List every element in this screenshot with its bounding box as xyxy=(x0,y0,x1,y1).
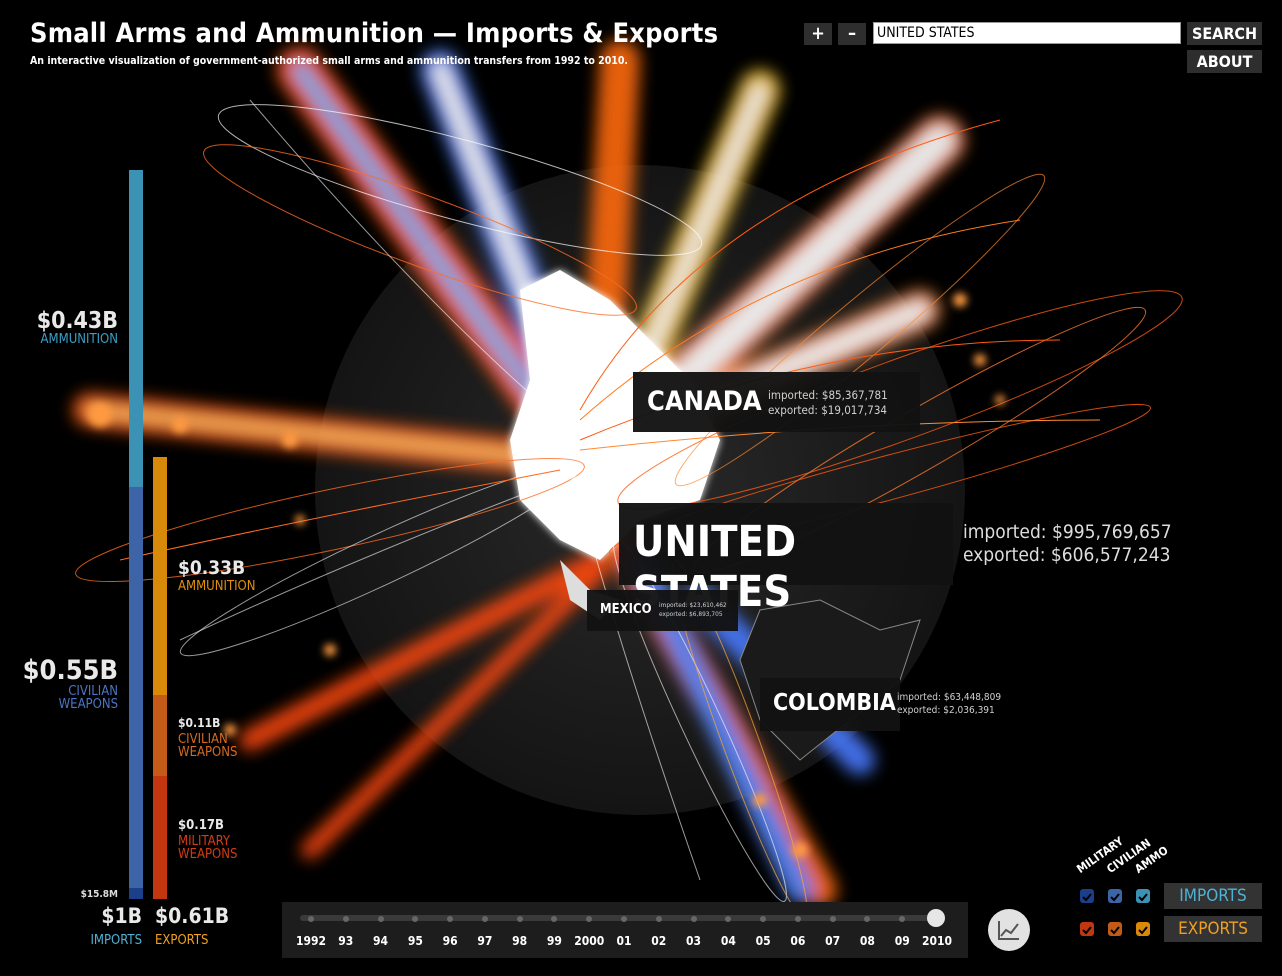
timeline-year-2010[interactable]: 2010 xyxy=(917,934,957,948)
timeline-tick[interactable] xyxy=(447,916,454,922)
country-imported: imported: $23,610,462 xyxy=(659,601,727,609)
imports-civilian-checkbox[interactable] xyxy=(1108,889,1122,903)
line-chart-button[interactable] xyxy=(988,909,1030,951)
timeline-track[interactable] xyxy=(300,915,940,921)
country-label-united-states[interactable]: UNITED STATES xyxy=(619,503,953,617)
timeline-tick[interactable] xyxy=(899,916,906,922)
exports-ammo-checkbox[interactable] xyxy=(1136,922,1150,936)
exports-total-value: $0.61B xyxy=(155,904,230,928)
imports-total-label: IMPORTS xyxy=(90,933,142,948)
exports-total-label: EXPORTS xyxy=(155,933,209,948)
about-button[interactable]: ABOUT xyxy=(1187,50,1262,73)
united-states-imported: imported: $995,769,657 xyxy=(963,521,1172,543)
timeline-tick[interactable] xyxy=(377,916,384,922)
imports-toggle-button[interactable]: IMPORTS xyxy=(1164,883,1262,909)
exports-ammunition-value: $0.33B xyxy=(178,557,246,579)
timeline-tick[interactable] xyxy=(586,916,593,922)
exports-ammunition-bar[interactable] xyxy=(153,457,167,695)
exports-toggle-button[interactable]: EXPORTS xyxy=(1164,916,1262,942)
imports-total-value: $1B xyxy=(101,904,142,928)
timeline-tick[interactable] xyxy=(516,916,523,922)
timeline-slider[interactable]: 1992 93 94 95 96 97 98 99 2000 01 02 03 04 05 06 07 08 09… xyxy=(282,902,968,958)
timeline-tick[interactable] xyxy=(551,916,558,922)
exports-military-bar[interactable] xyxy=(153,776,167,899)
country-imported: imported: $85,367,781 xyxy=(768,388,888,402)
imports-civilian-label-2: WEAPONS xyxy=(58,697,118,712)
colombia-imported: imported: $63,448,809 xyxy=(897,692,1002,703)
page-subtitle: An interactive visualization of governme… xyxy=(30,55,629,67)
united-states-exported: exported: $606,577,243 xyxy=(963,544,1171,566)
exports-civilian-bar[interactable] xyxy=(153,695,167,776)
exports-military-checkbox[interactable] xyxy=(1080,922,1094,936)
search-button[interactable]: SEARCH xyxy=(1187,22,1262,45)
exports-military-label-2: WEAPONS xyxy=(178,847,238,862)
timeline-tick[interactable] xyxy=(342,916,349,922)
timeline-handle[interactable] xyxy=(927,909,945,927)
imports-ammo-checkbox[interactable] xyxy=(1136,889,1150,903)
search-input[interactable] xyxy=(873,22,1181,44)
exports-ammunition-label: AMMUNITION xyxy=(178,579,256,594)
timeline-tick[interactable] xyxy=(725,916,732,922)
imports-civilian-value: $0.55B xyxy=(22,655,118,686)
timeline-tick[interactable] xyxy=(412,916,419,922)
timeline-tick[interactable] xyxy=(308,916,314,922)
country-label-canada[interactable]: CANADA imported: $85,367,781 exported: $… xyxy=(633,372,920,432)
imports-military-bar[interactable] xyxy=(129,888,143,899)
timeline-tick[interactable] xyxy=(690,916,697,922)
imports-ammunition-bar[interactable] xyxy=(129,170,143,487)
imports-ammunition-label: AMMUNITION xyxy=(40,332,118,347)
exports-civilian-value: $0.11B xyxy=(178,716,221,730)
page-title: Small Arms and Ammunition — Imports & Ex… xyxy=(30,18,719,49)
zoom-out-button[interactable]: – xyxy=(838,23,866,45)
timeline-tick[interactable] xyxy=(655,916,662,922)
country-name: CANADA xyxy=(647,386,762,417)
exports-civilian-label-2: WEAPONS xyxy=(178,745,238,760)
timeline-tick[interactable] xyxy=(829,916,836,922)
country-label-mexico[interactable]: MEXICO imported: $23,610,462 exported: $… xyxy=(587,590,738,631)
country-name: COLOMBIA xyxy=(773,690,896,716)
imports-civilian-bar[interactable] xyxy=(129,487,143,888)
exports-military-value: $0.17B xyxy=(178,818,224,833)
line-chart-icon xyxy=(998,921,1019,940)
timeline-tick[interactable] xyxy=(621,916,627,922)
timeline-tick[interactable] xyxy=(794,916,801,922)
imports-military-value: $15.8M xyxy=(80,889,118,900)
timeline-tick[interactable] xyxy=(864,916,871,922)
exports-civilian-checkbox[interactable] xyxy=(1108,922,1122,936)
zoom-in-button[interactable]: + xyxy=(804,23,832,45)
country-exported: exported: $6,893,705 xyxy=(659,610,723,618)
imports-ammunition-value: $0.43B xyxy=(36,308,118,334)
colombia-exported: exported: $2,036,391 xyxy=(897,705,995,716)
country-label-colombia[interactable]: COLOMBIA xyxy=(760,678,900,731)
timeline-tick[interactable] xyxy=(760,916,767,922)
timeline-tick[interactable] xyxy=(481,916,488,922)
country-exported: exported: $19,017,734 xyxy=(768,403,887,417)
country-name: MEXICO xyxy=(600,602,652,617)
imports-military-checkbox[interactable] xyxy=(1080,889,1094,903)
